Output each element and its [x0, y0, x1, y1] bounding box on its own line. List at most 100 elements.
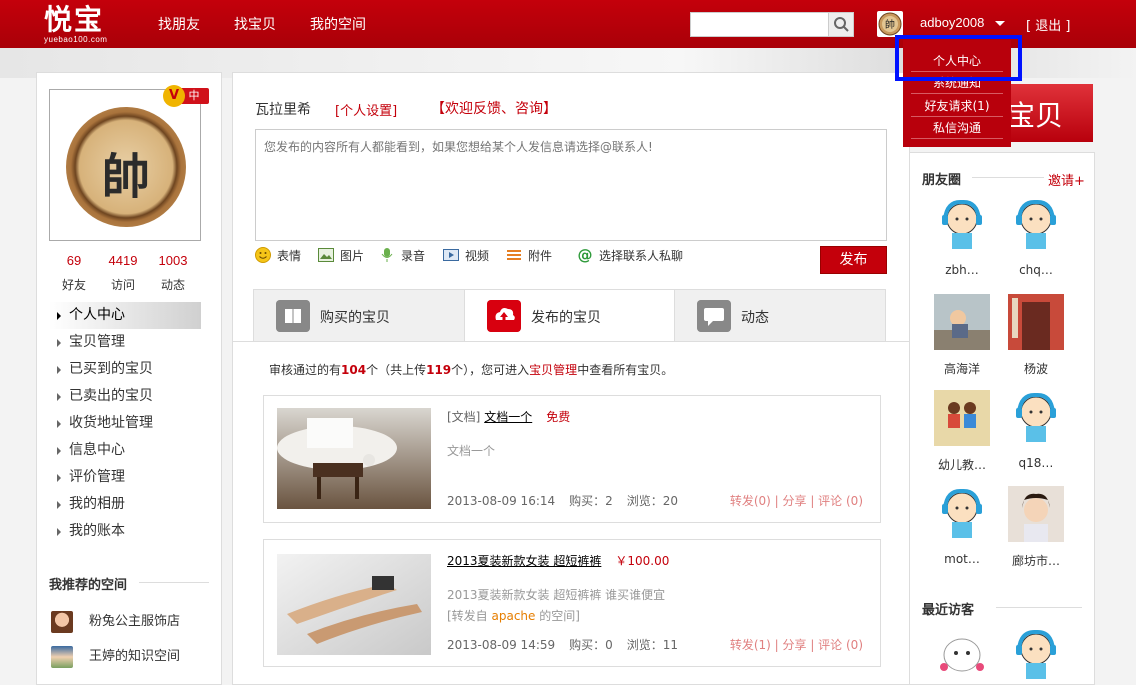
recommended-item[interactable]: 粉兔公主服饰店 [51, 610, 180, 633]
stat-activity[interactable]: 1003 动态 [148, 253, 198, 293]
logout-link[interactable]: [ 退出 ] [1026, 15, 1070, 34]
nav-find-treasure[interactable]: 找宝贝 [234, 14, 276, 34]
recommended-title: 我推荐的空间 [49, 578, 128, 593]
friend-item[interactable]: q18… [996, 390, 1076, 470]
stat-value: 4419 [108, 253, 138, 268]
sidebar-item-albums[interactable]: 我的相册 [49, 491, 201, 518]
item-thumbnail[interactable] [277, 408, 431, 509]
from-user-link[interactable]: apache [492, 609, 536, 623]
chevron-down-icon[interactable] [995, 21, 1005, 26]
treasure-manage-link[interactable]: 宝贝管理 [529, 363, 577, 377]
notice-mid1: 个（共上传 [366, 363, 427, 377]
sidebar-item-messages[interactable]: 信息中心 [49, 437, 201, 464]
item-bought: 购买：2 [569, 494, 613, 508]
logo-domain: yuebao100.com [44, 35, 108, 44]
friends-title: 朋友圈 [922, 173, 962, 188]
sidebar-item-reviews[interactable]: 评价管理 [49, 464, 201, 491]
sidebar-item-treasure-manage[interactable]: 宝贝管理 [49, 329, 201, 356]
tab-label: 购买的宝贝 [320, 310, 390, 326]
from-suffix: 的空间] [535, 609, 580, 623]
profile-avatar-frame[interactable]: 帥 [49, 89, 201, 241]
friend-name: zbh… [945, 263, 979, 277]
tool-label: 录音 [401, 249, 426, 263]
divider [972, 177, 1044, 178]
stat-friends[interactable]: 69 好友 [49, 253, 99, 293]
mention-tool[interactable]: @ 选择联系人私聊 [577, 247, 684, 264]
item-date: 2013-08-09 14:59 [447, 638, 556, 652]
friend-item[interactable]: zbh… [922, 197, 1002, 277]
nav-find-friends[interactable]: 找朋友 [158, 14, 200, 34]
default-avatar-icon [1016, 199, 1056, 249]
item-type: [文档] [447, 410, 481, 424]
right-sidebar: 朋友圈 邀请+ zbh… chq… 高海洋 杨波 幼儿教… q18… mot… … [909, 152, 1095, 685]
item-thumbnail[interactable] [277, 554, 431, 655]
banner-text: 宝贝 [1006, 99, 1063, 132]
post-input[interactable] [256, 130, 886, 240]
item-description: 文档一个 [447, 444, 496, 458]
tool-label: 图片 [340, 249, 365, 263]
vip-level-badge[interactable]: 中 V [163, 85, 211, 107]
stat-label: 好友 [61, 278, 86, 292]
search-button[interactable] [828, 13, 853, 36]
item-meta: 2013-08-09 16:14 购买：2 浏览：20 [447, 492, 692, 509]
username-link[interactable]: adboy2008 [920, 15, 984, 30]
search-icon [834, 17, 849, 32]
site-logo[interactable]: 悦宝 yuebao100.com [44, 4, 107, 44]
tab-bought[interactable]: 购买的宝贝 [253, 289, 465, 342]
user-avatar[interactable]: 帥 [877, 11, 903, 37]
image-tool[interactable]: 图片 [318, 247, 364, 264]
sidebar-item-address[interactable]: 收货地址管理 [49, 410, 201, 437]
at-icon: @ [578, 247, 593, 263]
stat-visits[interactable]: 4419 访问 [98, 253, 148, 293]
recommended-label: 粉兔公主服饰店 [89, 614, 181, 629]
tool-label: 选择联系人私聊 [599, 249, 684, 263]
user-photo-icon [934, 294, 990, 350]
settings-link[interactable]: [个人设置] [335, 100, 397, 119]
dropdown-friend-requests[interactable]: 好友请求(1) [911, 95, 1003, 117]
item-title-line: 2013夏装新款女装 超短裤裤 ￥100.00 [447, 552, 669, 569]
friend-item[interactable]: mot… [922, 486, 1002, 566]
shop-avatar-icon [51, 610, 73, 633]
sidebar-item-bought[interactable]: 已买到的宝贝 [49, 356, 201, 383]
default-avatar-icon [942, 199, 982, 249]
sidebar-item-ledger[interactable]: 我的账本 [49, 518, 201, 545]
friend-item[interactable]: 高海洋 [922, 294, 1002, 377]
emoji-tool[interactable]: 表情 [255, 247, 301, 264]
sidebar-item-personal-center[interactable]: 个人中心 [49, 302, 201, 329]
tab-published[interactable]: 发布的宝贝 [464, 289, 676, 342]
friend-item[interactable]: 幼儿教… [922, 390, 1002, 473]
feedback-link[interactable]: 【欢迎反馈、咨询】 [431, 98, 557, 118]
item-actions[interactable]: 转发(1) | 分享 | 评论 (0) [730, 636, 863, 653]
notice-mid2: 个），您可进入 [451, 363, 530, 377]
item-price: ￥100.00 [615, 554, 670, 568]
visitor-item[interactable] [922, 627, 1002, 685]
video-tool[interactable]: 视频 [443, 247, 489, 264]
friend-item[interactable]: chq… [996, 197, 1076, 277]
search-input[interactable] [691, 13, 828, 36]
visitor-item[interactable] [996, 627, 1076, 685]
attachment-icon [507, 250, 521, 260]
recommended-item[interactable]: 王婷的知识空间 [51, 645, 180, 668]
default-avatar-icon [1016, 629, 1056, 679]
dropdown-private-messages[interactable]: 私信沟通 [911, 117, 1003, 139]
tool-label: 视频 [465, 249, 490, 263]
attachment-tool[interactable]: 附件 [506, 247, 552, 264]
item-meta: 2013-08-09 14:59 购买：0 浏览：11 [447, 636, 692, 653]
book-icon [276, 300, 310, 332]
nav-my-space[interactable]: 我的空间 [310, 14, 366, 34]
invite-link[interactable]: 邀请+ [1048, 170, 1085, 189]
item-date: 2013-08-09 16:14 [447, 494, 556, 508]
tab-activity[interactable]: 动态 [674, 289, 886, 342]
item-price: 免费 [546, 410, 571, 424]
publish-button[interactable]: 发布 [820, 246, 887, 274]
tab-label: 发布的宝贝 [531, 310, 601, 326]
friend-item[interactable]: 廊坊市… [996, 486, 1076, 569]
record-tool[interactable]: 录音 [379, 247, 425, 264]
item-title-link[interactable]: 2013夏装新款女装 超短裤裤 [447, 554, 601, 568]
item-actions[interactable]: 转发(0) | 分享 | 评论 (0) [730, 492, 863, 509]
default-avatar-icon [942, 488, 982, 538]
stat-value: 69 [66, 253, 82, 268]
item-title-link[interactable]: 文档一个 [484, 410, 532, 424]
friend-item[interactable]: 杨波 [996, 294, 1076, 377]
sidebar-item-sold[interactable]: 已卖出的宝贝 [49, 383, 201, 410]
